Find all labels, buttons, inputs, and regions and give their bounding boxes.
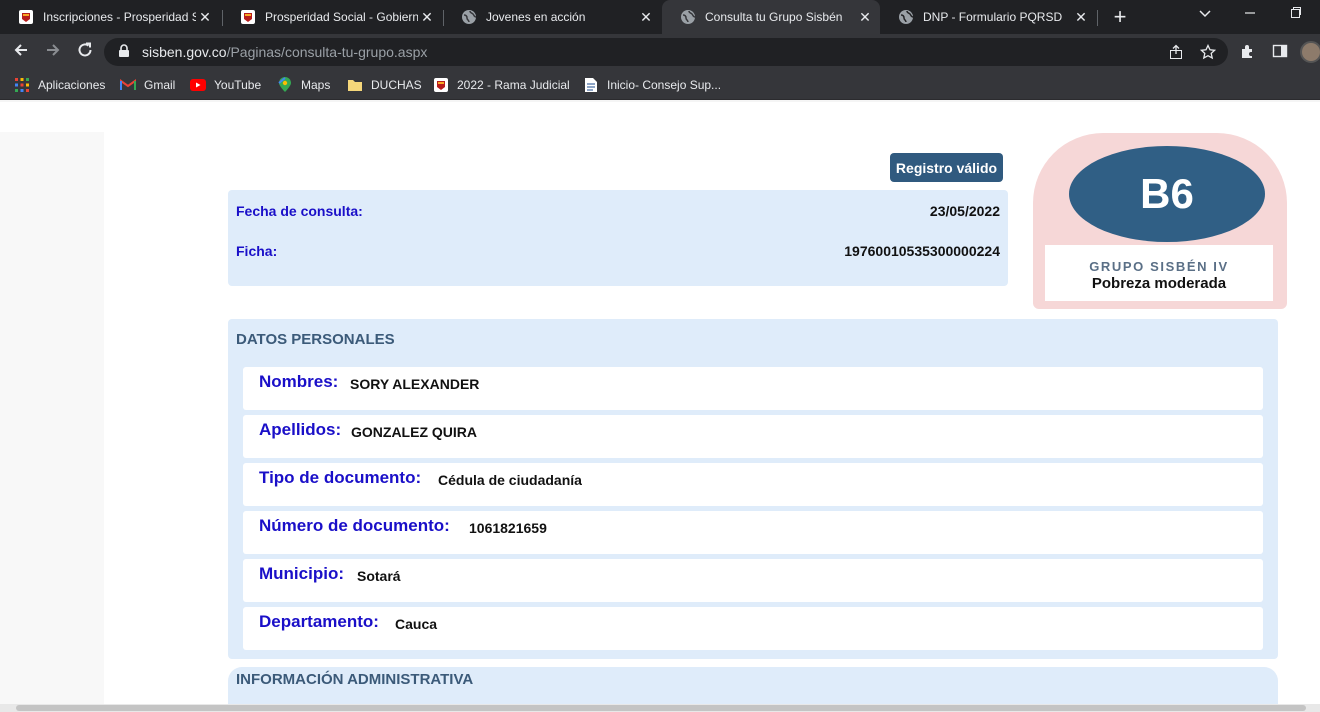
close-tab-icon[interactable]: ✕ [856,9,874,26]
section-title-personal: DATOS PERSONALES [236,331,395,348]
close-tab-icon[interactable]: ✕ [1072,9,1090,26]
bookmark-label: DUCHAS [371,78,422,92]
bookmarks-bar: Aplicaciones Gmail YouTube Maps DUCHAS 2… [0,70,1320,100]
bookmark-gmail[interactable]: Gmail [120,76,175,94]
tab-dnp-pqrsd[interactable]: DNP - Formulario PQRSD ✕ [880,0,1096,34]
field-row-municipio: Municipio: Sotará [243,559,1263,602]
query-date-label: Fecha de consulta: [236,203,363,219]
group-level: Pobreza moderada [1091,275,1227,292]
back-arrow-icon[interactable] [10,41,32,63]
field-row-numero-documento: Número de documento: 1061821659 [243,511,1263,554]
group-name: GRUPO SISBÉN IV [1089,259,1229,274]
field-label: Número de documento: [259,516,450,535]
address-bar[interactable]: sisben.gov.co/Paginas/consulta-tu-grupo.… [104,38,1228,66]
bookmark-youtube[interactable]: YouTube [190,76,261,94]
skip-to-content-link[interactable]: Ir al contenido [12,108,101,123]
bookmark-label: Gmail [144,78,176,92]
tab-strip: Inscripciones - Prosperidad S ✕ Prosperi… [0,0,1320,34]
group-code: B6 [1069,146,1265,242]
close-tab-icon[interactable]: ✕ [418,9,436,26]
browser-toolbar: sisben.gov.co/Paginas/consulta-tu-grupo.… [0,34,1320,70]
side-panel-icon[interactable] [1272,43,1288,63]
url-host: sisben.gov.co [142,44,227,60]
tab-separator [1097,10,1098,26]
new-tab-button[interactable]: + [1108,4,1132,30]
tab-title: Jovenes en acción [486,10,586,24]
scrollbar-thumb[interactable] [16,705,1306,711]
bookmark-rama-judicial[interactable]: 2022 - Rama Judicial [433,76,570,94]
close-tab-icon[interactable]: ✕ [196,9,214,26]
field-row-nombres: Nombres: SORY ALEXANDER [243,367,1263,410]
field-label: Nombres: [259,372,339,391]
field-label: Tipo de documento: [259,468,422,487]
bookmark-label: YouTube [214,78,262,92]
query-info-box: Fecha de consulta: 23/05/2022 Ficha: 197… [228,190,1008,286]
bookmark-maps[interactable]: Maps [277,76,330,94]
url-text: sisben.gov.co/Paginas/consulta-tu-grupo.… [142,44,427,60]
tab-prosperidad-social[interactable]: Prosperidad Social - Gobierno ✕ [222,0,442,34]
colombia-crest-icon [433,77,449,93]
top-strip: Ir al contenido [0,102,1320,132]
bookmark-label: 2022 - Rama Judicial [457,78,570,92]
colombia-crest-icon [240,9,256,25]
bookmark-label: Maps [301,78,331,92]
lock-icon[interactable] [118,44,130,63]
field-row-apellidos: Apellidos: GONZALEZ QUIRA [243,415,1263,458]
bookmark-consejo-superior[interactable]: Inicio- Consejo Sup... [583,76,721,94]
tab-jovenes-en-accion[interactable]: Jovenes en acción ✕ [443,0,661,34]
colombia-crest-icon [18,9,34,25]
field-value: GONZALEZ QUIRA [351,424,477,440]
tab-title: Inscripciones - Prosperidad S [43,10,196,24]
youtube-icon [190,77,206,93]
tab-search-icon[interactable] [1198,6,1212,23]
field-value: 1061821659 [469,520,547,536]
minimize-icon[interactable] [1244,6,1256,23]
profile-avatar[interactable] [1300,41,1320,63]
bookmark-duchas[interactable]: DUCHAS [347,76,422,94]
horizontal-scrollbar[interactable] [0,704,1320,712]
gmail-icon [120,77,136,93]
field-value: Cauca [395,616,438,632]
globe-icon [680,9,696,25]
tab-title: Consulta tu Grupo Sisbén [705,10,843,24]
tab-title: DNP - Formulario PQRSD [923,10,1063,24]
field-value: Cédula de ciudadanía [438,472,582,488]
globe-icon [898,9,914,25]
field-value: SORY ALEXANDER [350,376,480,392]
url-path: /Paginas/consulta-tu-grupo.aspx [226,44,428,60]
field-row-departamento: Departamento: Cauca [243,607,1263,650]
share-icon[interactable] [1168,44,1184,64]
apps-grid-icon [14,77,30,93]
field-value: Sotará [357,568,401,584]
field-label: Apellidos: [259,420,342,439]
reload-icon[interactable] [74,41,96,63]
bookmark-label: Aplicaciones [38,78,106,92]
query-date-value: 23/05/2022 [929,203,1000,219]
group-label-box: GRUPO SISBÉN IV Pobreza moderada [1045,245,1273,301]
field-row-tipo-documento: Tipo de documento: Cédula de ciudadanía [243,463,1263,506]
field-label: Departamento: [259,612,379,631]
status-badge: Registro válido [890,153,1003,182]
close-tab-icon[interactable]: ✕ [637,9,655,26]
restore-icon[interactable] [1290,6,1302,23]
personal-data-section: DATOS PERSONALES Nombres: SORY ALEXANDER… [228,319,1278,659]
section-title-admin: INFORMACIÓN ADMINISTRATIVA [236,671,474,688]
bookmark-aplicaciones[interactable]: Aplicaciones [14,76,105,94]
ficha-label: Ficha: [236,243,278,259]
extensions-icon[interactable] [1240,43,1256,63]
folder-icon [347,77,363,93]
sisben-group-card: B6 GRUPO SISBÉN IV Pobreza moderada [1033,133,1287,309]
globe-icon [461,9,477,25]
maps-icon [277,77,293,93]
tab-inscripciones[interactable]: Inscripciones - Prosperidad S ✕ [0,0,220,34]
field-label: Municipio: [259,564,344,583]
bookmark-star-icon[interactable] [1199,43,1217,64]
forward-arrow-icon[interactable] [42,41,64,63]
tab-title: Prosperidad Social - Gobierno [265,10,418,24]
ficha-value: 19760010535300000224 [844,243,1000,259]
bookmark-label: Inicio- Consejo Sup... [607,78,722,92]
document-icon [583,77,599,93]
tab-consulta-sisben[interactable]: Consulta tu Grupo Sisbén ✕ [662,0,880,34]
